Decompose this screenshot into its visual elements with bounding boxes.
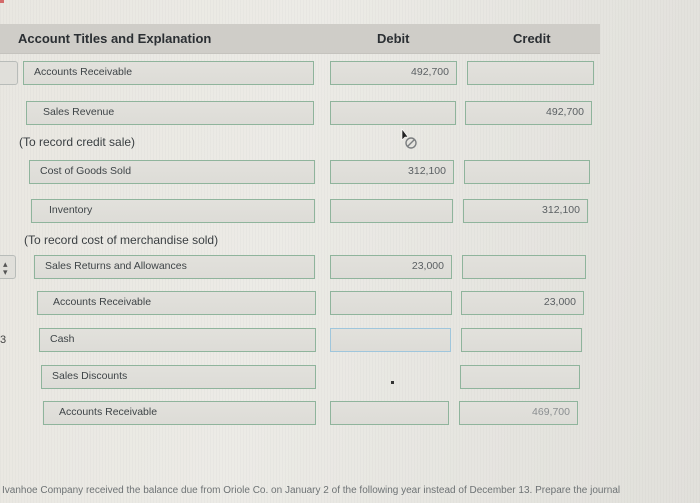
account-field[interactable]: Sales Revenue — [26, 101, 314, 125]
debit-field[interactable] — [330, 101, 456, 125]
account-field[interactable]: Sales Discounts — [41, 365, 316, 389]
pointer-dot — [391, 381, 394, 384]
table-header: Account Titles and Explanation Debit Cre… — [0, 24, 600, 54]
credit-field[interactable]: 469,700 — [459, 401, 578, 425]
credit-field[interactable] — [467, 61, 594, 85]
debit-field[interactable]: 312,100 — [330, 160, 454, 184]
date-select[interactable]: ▴ ▾ — [0, 255, 16, 279]
account-field[interactable]: Accounts Receivable — [43, 401, 316, 425]
entry-explanation: (To record cost of merchandise sold) — [24, 233, 219, 247]
entry-number-fragment: 3 — [0, 334, 7, 346]
credit-field[interactable] — [461, 328, 582, 352]
account-field[interactable]: Cost of Goods Sold — [29, 160, 315, 184]
credit-field[interactable]: 312,100 — [463, 199, 588, 223]
debit-field[interactable]: 492,700 — [330, 61, 457, 85]
account-field[interactable]: Sales Returns and Allowances — [34, 255, 315, 279]
credit-field[interactable]: 492,700 — [465, 101, 592, 125]
header-debit: Debit — [377, 31, 410, 46]
account-field[interactable]: Inventory — [31, 199, 315, 223]
debit-field[interactable]: 23,000 — [330, 255, 452, 279]
credit-field[interactable] — [464, 160, 590, 184]
debit-field[interactable] — [330, 401, 449, 425]
debit-field[interactable] — [330, 328, 451, 352]
date-select[interactable] — [0, 61, 18, 85]
account-field[interactable]: Accounts Receivable — [37, 291, 316, 315]
entry-explanation: (To record credit sale) — [19, 135, 136, 149]
up-down-stepper-icon: ▴ ▾ — [3, 259, 8, 277]
question-text: Ivanhoe Company received the balance due… — [2, 485, 621, 496]
not-allowed-cursor-icon — [401, 128, 417, 149]
header-account-titles: Account Titles and Explanation — [18, 31, 212, 46]
account-field[interactable]: Accounts Receivable — [23, 61, 314, 85]
account-field[interactable]: Cash — [39, 328, 316, 352]
credit-field[interactable] — [460, 365, 580, 389]
corner-mark — [0, 0, 4, 3]
debit-field[interactable] — [330, 199, 453, 223]
header-credit: Credit — [513, 31, 551, 46]
debit-field[interactable] — [330, 291, 452, 315]
credit-field[interactable]: 23,000 — [461, 291, 584, 315]
credit-field[interactable] — [462, 255, 586, 279]
